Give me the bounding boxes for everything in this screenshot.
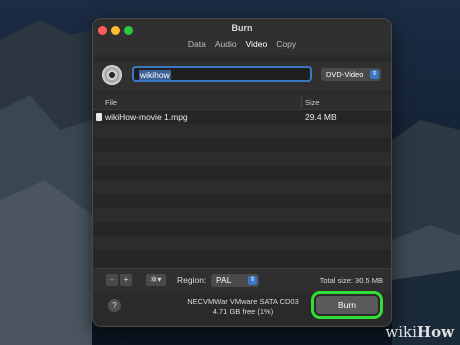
chevron-updown-icon: ⇕ (248, 276, 257, 285)
format-value: DVD-Video (326, 70, 364, 79)
tab-data[interactable]: Data (188, 39, 206, 49)
title-bar: Burn Data Audio Video Copy (93, 19, 391, 55)
disc-settings-row: wikihow DVD-Video ⇕ (93, 62, 391, 90)
region-select[interactable]: PAL ⇕ (211, 274, 259, 287)
empty-row (93, 152, 391, 166)
column-header-file[interactable]: File (105, 98, 117, 107)
tab-video[interactable]: Video (246, 39, 268, 49)
table-row[interactable]: wikiHow-movie 1.mpg 29.4 MB (93, 110, 391, 124)
burn-window: Burn Data Audio Video Copy wikihow DVD-V… (92, 18, 392, 327)
empty-row (93, 138, 391, 152)
table-header: File Size (93, 95, 391, 110)
device-name: NECVMWar VMware SATA CD03 (187, 297, 299, 306)
footer-bar: ? NECVMWar VMware SATA CD03 4.71 GB free… (93, 291, 391, 326)
file-icon (96, 113, 102, 121)
bottom-controls: - + ✲▾ Region: PAL ⇕ Total size: 30.5 MB (93, 268, 391, 293)
region-label: Region: (177, 275, 207, 285)
column-divider (301, 96, 302, 108)
disc-name-value: wikihow (139, 70, 171, 80)
burn-button[interactable]: Burn (311, 291, 383, 319)
empty-row (93, 180, 391, 194)
total-size-label: Total size: 30.5 MB (319, 276, 383, 285)
disc-icon (102, 65, 122, 85)
empty-row (93, 194, 391, 208)
file-size-cell: 29.4 MB (305, 112, 337, 122)
disc-name-input[interactable]: wikihow (132, 66, 312, 82)
tab-bar: Data Audio Video Copy (93, 39, 391, 49)
add-file-button[interactable]: + (120, 274, 132, 286)
help-button[interactable]: ? (108, 299, 121, 312)
empty-row (93, 236, 391, 250)
column-header-size[interactable]: Size (305, 98, 320, 107)
empty-row (93, 222, 391, 236)
remove-file-button[interactable]: - (106, 274, 118, 286)
file-table: File Size wikiHow-movie 1.mpg 29.4 MB (93, 95, 391, 268)
watermark-wiki: wiki (385, 323, 417, 341)
window-title: Burn (231, 23, 253, 33)
chevron-updown-icon: ⇕ (370, 70, 379, 79)
tab-audio[interactable]: Audio (215, 39, 237, 49)
device-free-space: 4.71 GB free (1%) (212, 307, 274, 316)
tab-copy[interactable]: Copy (276, 39, 296, 49)
region-value: PAL (216, 275, 232, 285)
empty-row (93, 208, 391, 222)
empty-row (93, 166, 391, 180)
empty-row (93, 124, 391, 138)
watermark-how: How (416, 323, 454, 341)
format-select[interactable]: DVD-Video ⇕ (321, 68, 381, 81)
file-name-cell: wikiHow-movie 1.mpg (105, 112, 188, 122)
empty-row (93, 250, 391, 264)
device-info: NECVMWar VMware SATA CD03 4.71 GB free (… (173, 297, 313, 317)
wikihow-watermark: wikiHow (385, 323, 454, 341)
gear-icon[interactable]: ✲▾ (146, 274, 166, 286)
